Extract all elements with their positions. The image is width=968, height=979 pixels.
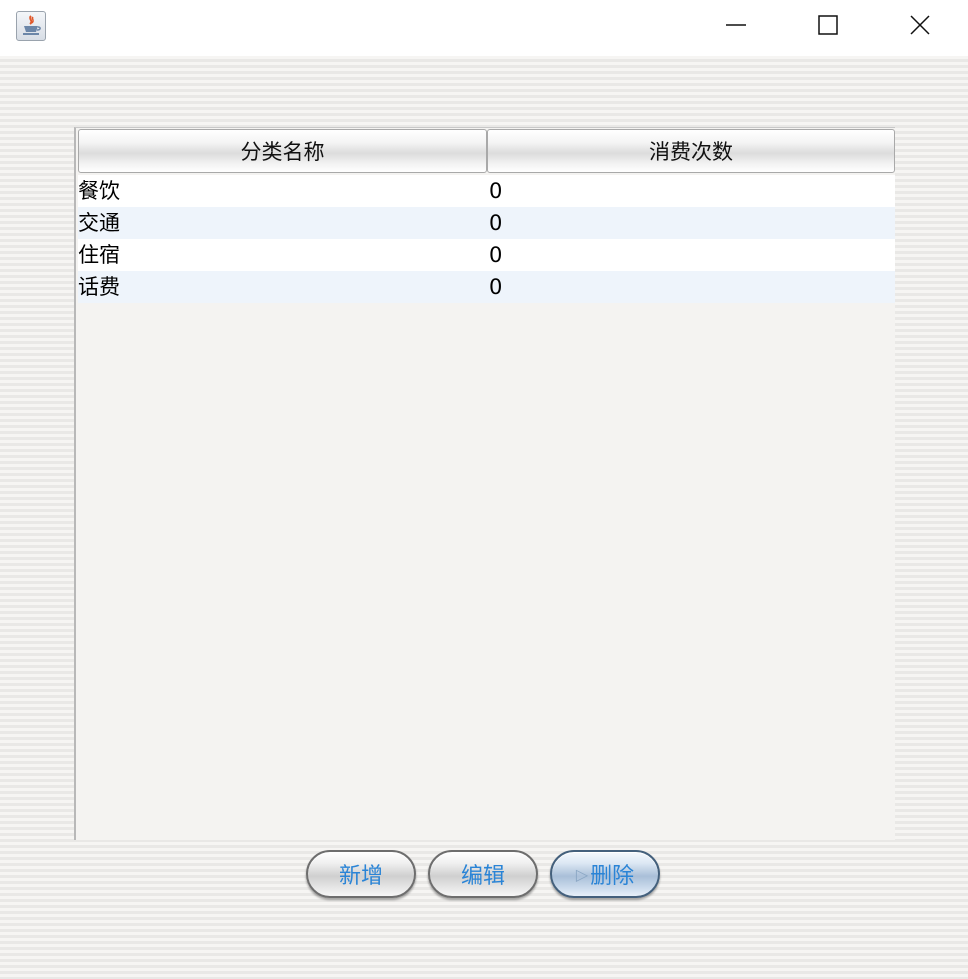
cell-consumption-count[interactable]: 0 [489,175,895,207]
maximize-icon [818,15,838,35]
cell-consumption-count[interactable]: 0 [489,239,895,271]
delete-button-label: 删除 [590,864,635,889]
cell-category-name[interactable]: 住宿 [78,239,489,271]
category-table[interactable]: 分类名称 消费次数 餐饮 0 交通 0 住宿 0 话费 0 [74,127,895,840]
table-row[interactable]: 餐饮 0 [78,175,895,207]
maximize-button[interactable] [782,0,874,50]
minimize-button[interactable] [690,0,782,50]
table-row[interactable]: 交通 0 [78,207,895,239]
edit-button[interactable]: 编辑 [428,850,538,898]
title-bar[interactable] [0,0,968,56]
edit-button-label: 编辑 [460,864,505,889]
cell-category-name[interactable]: 餐饮 [78,175,489,207]
add-button[interactable]: 新增 [306,850,416,898]
cell-category-name[interactable]: 交通 [78,207,489,239]
table-row[interactable]: 住宿 0 [78,239,895,271]
application-window: 分类名称 消费次数 餐饮 0 交通 0 住宿 0 话费 0 新增 编辑 ▷ 删除 [0,0,968,979]
table-header: 分类名称 消费次数 [78,129,895,173]
java-cup-icon [16,11,46,41]
cell-consumption-count[interactable]: 0 [489,271,895,303]
table-row[interactable]: 话费 0 [78,271,895,303]
delete-button[interactable]: ▷ 删除 [550,850,660,898]
cell-consumption-count[interactable]: 0 [489,207,895,239]
cell-category-name[interactable]: 话费 [78,271,489,303]
add-button-label: 新增 [338,864,383,889]
column-header-consumption-count[interactable]: 消费次数 [487,129,895,173]
close-icon [910,15,930,35]
close-button[interactable] [874,0,966,50]
column-header-category-name[interactable]: 分类名称 [78,129,487,173]
table-body: 餐饮 0 交通 0 住宿 0 话费 0 [78,175,895,303]
minimize-icon [726,24,746,26]
focus-arrow-icon: ▷ [575,864,589,884]
content-pane: 分类名称 消费次数 餐饮 0 交通 0 住宿 0 话费 0 新增 编辑 ▷ 删除 [0,56,968,979]
